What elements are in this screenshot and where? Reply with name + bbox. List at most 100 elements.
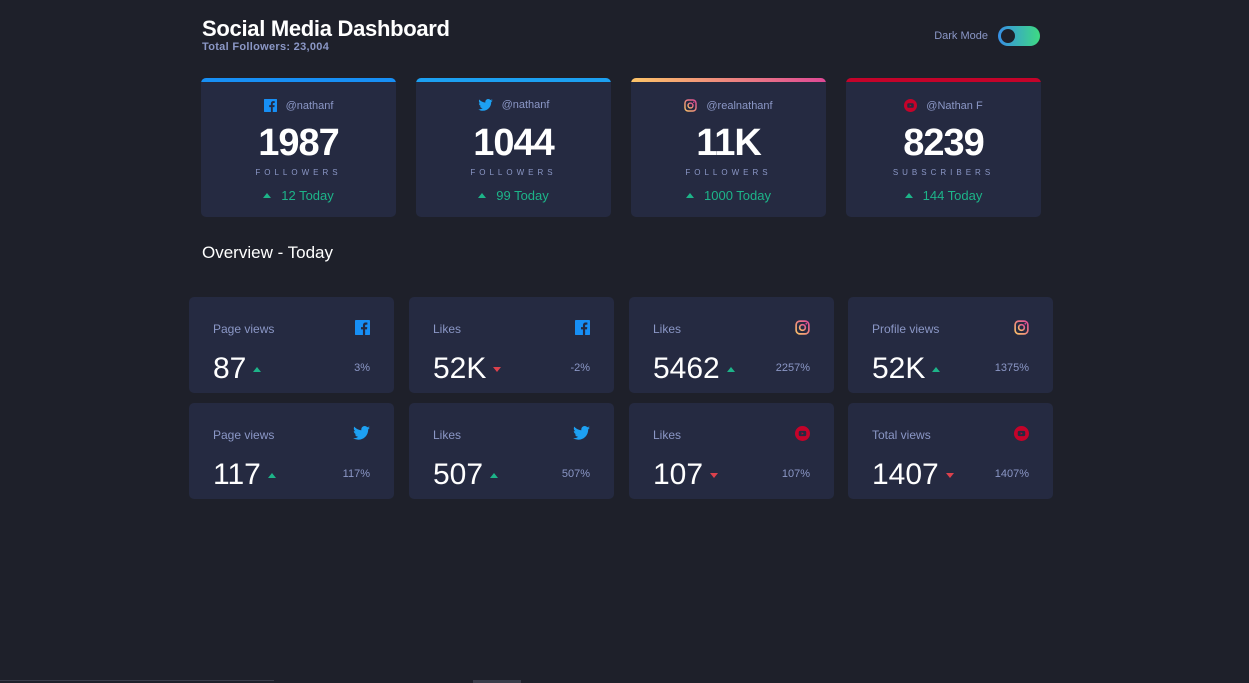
today-text: 99 Today [496, 188, 549, 203]
youtube-icon [795, 426, 810, 441]
twitter-followers-card[interactable]: @nathanf 1044 FOLLOWERS 99 Today [416, 78, 611, 217]
facebook-icon [355, 320, 370, 335]
today-change: 144 Today [846, 188, 1041, 203]
up-arrow-icon [726, 366, 735, 372]
metric-label: Likes [653, 428, 682, 442]
metric-value: 507 [433, 458, 484, 491]
up-arrow-icon [490, 472, 499, 478]
today-change: 12 Today [201, 188, 396, 203]
overview-grid: Page views 87 3% Likes 52K -2% Likes 546… [189, 297, 1053, 499]
metric-percent: 1407% [994, 468, 1029, 480]
metric-label: Total views [872, 428, 931, 442]
down-arrow-icon [945, 472, 954, 478]
count-label: FOLLOWERS [255, 168, 342, 177]
metric-value-row: 87 [213, 351, 262, 387]
youtube-icon [1014, 426, 1029, 441]
metric-label: Page views [213, 322, 275, 336]
metric-value: 5462 [653, 352, 720, 385]
twitter-icon [477, 99, 493, 111]
metric-value-row: 117 [213, 457, 276, 493]
count-label: FOLLOWERS [685, 168, 772, 177]
twitter-icon [573, 426, 590, 440]
metric-value: 52K [433, 352, 487, 385]
today-text: 12 Today [281, 188, 334, 203]
dark-mode-toggle[interactable] [998, 26, 1040, 46]
metric-value-row: 107 [653, 457, 719, 493]
today-change: 1000 Today [631, 188, 826, 203]
metric-value-row: 507 [433, 457, 499, 493]
metric-percent: 107% [781, 468, 810, 480]
handle-row: @realnathanf [631, 99, 826, 112]
up-arrow-icon [686, 193, 694, 198]
card-accent-bar [201, 78, 396, 82]
metric-value-row: 52K [433, 351, 502, 387]
facebook-followers-card[interactable]: @nathanf 1987 FOLLOWERS 12 Today [201, 78, 396, 217]
today-text: 1000 Today [704, 188, 771, 203]
metric-percent: 1375% [994, 362, 1029, 374]
card-accent-bar [416, 78, 611, 82]
scrollbar-track [0, 680, 274, 681]
metric-label: Likes [653, 322, 682, 336]
metric-value: 87 [213, 352, 247, 385]
down-arrow-icon [493, 366, 502, 372]
up-arrow-icon [253, 366, 262, 372]
metric-percent: 2257% [775, 362, 810, 374]
overview-card-instagram-profile-views[interactable]: Profile views 52K 1375% [848, 297, 1053, 393]
metric-label: Likes [433, 428, 462, 442]
handle-text: @nathanf [285, 99, 334, 112]
today-text: 144 Today [922, 188, 983, 203]
metric-percent: -2% [570, 362, 590, 374]
metric-value: 1407 [872, 458, 939, 491]
dark-mode-label: Dark Mode [934, 30, 988, 42]
overview-card-facebook-likes[interactable]: Likes 52K -2% [409, 297, 614, 393]
youtube-subscribers-card[interactable]: @Nathan F 8239 SUBSCRIBERS 144 Today [846, 78, 1041, 217]
twitter-icon [353, 426, 370, 440]
metric-percent: 507% [561, 468, 590, 480]
follower-count: 1987 [258, 122, 340, 164]
metric-percent: 3% [354, 362, 370, 374]
follower-count: 11K [696, 122, 762, 164]
metric-label: Likes [433, 322, 462, 336]
dark-mode-control: Dark Mode [934, 26, 1040, 46]
overview-title: Overview - Today [202, 243, 334, 262]
subscriber-count: 8239 [903, 122, 985, 164]
follower-cards: @nathanf 1987 FOLLOWERS 12 Today @nathan… [201, 78, 1041, 217]
handle-row: @nathanf [416, 99, 611, 111]
metric-value: 52K [872, 352, 926, 385]
down-arrow-icon [710, 472, 719, 478]
metric-value: 117 [213, 458, 261, 491]
handle-text: @realnathanf [706, 99, 773, 112]
overview-card-twitter-likes[interactable]: Likes 507 507% [409, 403, 614, 499]
toggle-knob [1001, 29, 1015, 43]
count-label: SUBSCRIBERS [892, 168, 995, 177]
overview-card-youtube-likes[interactable]: Likes 107 107% [629, 403, 834, 499]
instagram-icon [795, 320, 810, 335]
facebook-icon [575, 320, 590, 335]
metric-label: Profile views [872, 322, 940, 336]
instagram-icon [684, 99, 698, 112]
metric-value: 107 [653, 458, 704, 491]
overview-card-facebook-page-views[interactable]: Page views 87 3% [189, 297, 394, 393]
up-arrow-icon [478, 193, 487, 198]
card-accent-bar [846, 78, 1041, 82]
instagram-icon [1014, 320, 1029, 335]
metric-label: Page views [213, 428, 275, 442]
overview-card-instagram-likes[interactable]: Likes 5462 2257% [629, 297, 834, 393]
up-arrow-icon [267, 472, 276, 478]
metric-value-row: 1407 [872, 457, 954, 493]
instagram-followers-card[interactable]: @realnathanf 11K FOLLOWERS 1000 Today [631, 78, 826, 217]
overview-card-twitter-retweets[interactable]: Page views 117 117% [189, 403, 394, 499]
handle-text: @Nathan F [926, 99, 983, 112]
today-change: 99 Today [416, 188, 611, 203]
overview-card-youtube-total-views[interactable]: Total views 1407 1407% [848, 403, 1053, 499]
up-arrow-icon [263, 193, 272, 198]
metric-percent: 117% [342, 468, 370, 480]
metric-value-row: 52K [872, 351, 941, 387]
handle-text: @nathanf [501, 99, 550, 111]
count-label: FOLLOWERS [470, 168, 557, 177]
total-followers: Total Followers: 23,004 [202, 41, 330, 53]
page-title: Social Media Dashboard [202, 16, 450, 41]
follower-count: 1044 [473, 122, 555, 164]
card-accent-bar [631, 78, 826, 82]
up-arrow-icon [932, 366, 941, 372]
